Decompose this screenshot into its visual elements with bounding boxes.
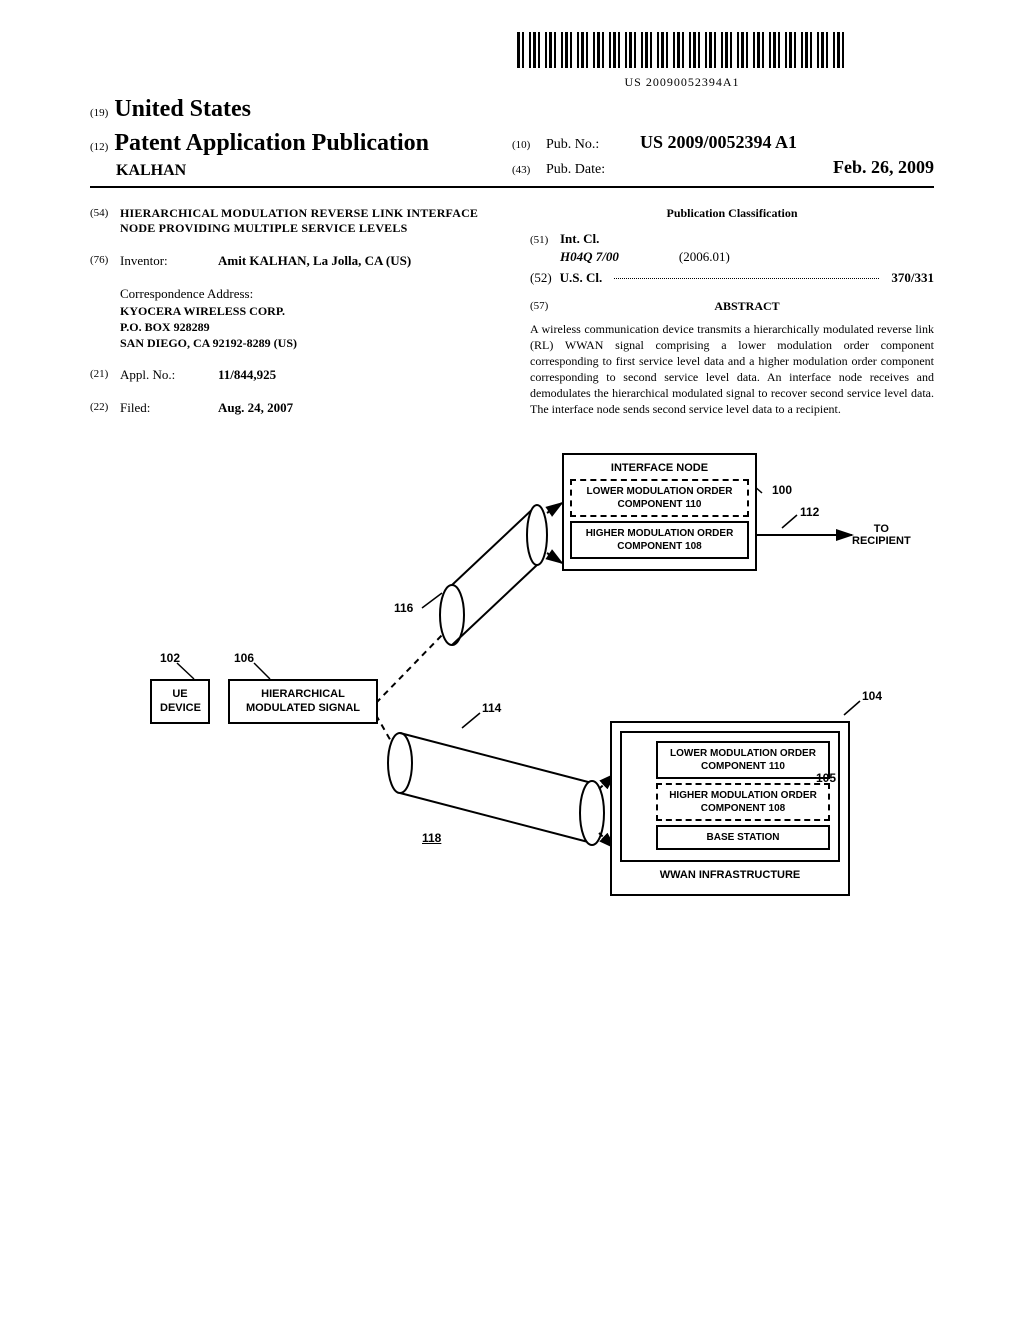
higher-mod-ref-top: 108 — [685, 541, 702, 552]
ref-105: 105 — [816, 771, 836, 787]
pubdate-sup: (43) — [512, 163, 536, 177]
ref-118: 118 — [422, 831, 441, 847]
interface-node-box: INTERFACE NODE LOWER MODULATION ORDER CO… — [562, 453, 757, 571]
to-recipient-text: TO RECIPIENT — [852, 523, 911, 547]
left-column: (54) HIERARCHICAL MODULATION REVERSE LIN… — [90, 206, 494, 433]
right-column: Publication Classification (51) Int. Cl.… — [530, 206, 934, 433]
ref-114: 114 — [482, 701, 501, 717]
hier-signal-bot: MODULATED SIGNAL — [238, 701, 368, 715]
ue-device-label: UE DEVICE — [160, 688, 201, 714]
abstract-body: A wireless communication device transmit… — [530, 321, 934, 418]
correspondence-line-1: KYOCERA WIRELESS CORP. — [120, 303, 494, 319]
pubno-value: US 2009/0052394 A1 — [640, 131, 797, 154]
hier-signal-box: HIERARCHICAL MODULATED SIGNAL — [228, 679, 378, 724]
filed-label: Filed: — [120, 400, 198, 417]
applno-block: (21) Appl. No.: 11/844,925 — [90, 367, 494, 384]
classification-heading: Publication Classification — [530, 206, 934, 222]
pubdate-row: (43) Pub. Date: Feb. 26, 2009 — [512, 156, 934, 179]
inventor-value: Amit KALHAN, La Jolla, CA (US) — [218, 253, 411, 270]
higher-mod-label-top: HIGHER MODULATION ORDER COMPONENT — [586, 528, 734, 552]
filed-sup: (22) — [90, 400, 112, 417]
ref-112: 112 — [800, 505, 819, 521]
pubno-sup: (10) — [512, 138, 536, 152]
pubno-row: (10) Pub. No.: US 2009/0052394 A1 — [512, 131, 934, 154]
invention-title: HIERARCHICAL MODULATION REVERSE LINK INT… — [120, 206, 494, 237]
barcode-block: US 20090052394A1 — [430, 32, 934, 90]
country-line: (19) United States — [90, 94, 512, 125]
intcl-code: H04Q 7/00 — [560, 249, 619, 266]
higher-mod-label-bottom: HIGHER MODULATION ORDER COMPONENT — [669, 790, 817, 814]
higher-mod-box-bottom: HIGHER MODULATION ORDER COMPONENT 108 — [656, 783, 830, 821]
correspondence-line-3: SAN DIEGO, CA 92192-8289 (US) — [120, 335, 494, 351]
ref-104: 104 — [862, 689, 882, 705]
pubdate-value: Feb. 26, 2009 — [833, 156, 934, 179]
meta-columns: (54) HIERARCHICAL MODULATION REVERSE LIN… — [90, 206, 934, 433]
pubdate-label: Pub. Date: — [546, 161, 624, 179]
intcl-date: (2006.01) — [679, 249, 730, 266]
pubtype-sup: (12) — [90, 140, 108, 154]
wwan-infrastructure-box: LOWER MODULATION ORDER COMPONENT 110 HIG… — [610, 721, 850, 896]
lower-mod-ref-bottom: 110 — [769, 761, 785, 772]
correspondence-line-2: P.O. BOX 928289 — [120, 319, 494, 335]
barcode-text: US 20090052394A1 — [430, 75, 934, 91]
dotted-leader-icon — [614, 278, 879, 279]
uscl-label: U.S. Cl. — [560, 270, 603, 287]
lower-mod-ref-top: 110 — [685, 499, 701, 510]
pubtype-text: Patent Application Publication — [114, 128, 429, 159]
correspondence-label: Correspondence Address: — [120, 286, 494, 303]
ue-device-box: UE DEVICE — [150, 679, 210, 724]
lower-mod-label-top: LOWER MODULATION ORDER COMPONENT — [587, 486, 733, 510]
ref-100: 100 — [772, 483, 792, 499]
header-right: (10) Pub. No.: US 2009/0052394 A1 (43) P… — [512, 131, 934, 182]
header-row: (19) United States (12) Patent Applicati… — [90, 94, 934, 187]
wwan-label: WWAN INFRASTRUCTURE — [620, 868, 840, 882]
correspondence-block: Correspondence Address: KYOCERA WIRELESS… — [120, 286, 494, 351]
interface-node-title: INTERFACE NODE — [570, 461, 749, 475]
inventor-block: (76) Inventor: Amit KALHAN, La Jolla, CA… — [90, 253, 494, 270]
inventor-label: Inventor: — [120, 253, 198, 270]
ref-116: 116 — [394, 601, 413, 617]
title-block: (54) HIERARCHICAL MODULATION REVERSE LIN… — [90, 206, 494, 237]
uscl-code: 370/331 — [891, 270, 934, 287]
higher-mod-ref-bottom: 108 — [769, 803, 786, 814]
barcode-icon — [517, 32, 847, 68]
filed-block: (22) Filed: Aug. 24, 2007 — [90, 400, 494, 417]
base-station-box: BASE STATION — [656, 825, 830, 850]
figure-diagram: INTERFACE NODE LOWER MODULATION ORDER CO… — [132, 453, 892, 1013]
uscl-line: (52) U.S. Cl. 370/331 — [530, 270, 934, 287]
applicant-name: KALHAN — [116, 161, 512, 182]
lower-mod-label-bottom: LOWER MODULATION ORDER COMPONENT — [670, 748, 816, 772]
abstract-head-row: (57) ABSTRACT — [530, 299, 934, 315]
inventor-sup: (76) — [90, 253, 112, 270]
intcl-sup: (51) — [530, 233, 552, 247]
country-sup: (19) — [90, 106, 108, 120]
applno-value: 11/844,925 — [218, 367, 276, 384]
base-station-label: BASE STATION — [707, 832, 780, 843]
to-recipient-label: TO RECIPIENT — [852, 523, 911, 547]
higher-mod-box-top: HIGHER MODULATION ORDER COMPONENT 108 — [570, 521, 749, 559]
lower-mod-box-top: LOWER MODULATION ORDER COMPONENT 110 — [570, 479, 749, 517]
applno-label: Appl. No.: — [120, 367, 198, 384]
filed-value: Aug. 24, 2007 — [218, 400, 293, 417]
abstract-heading: ABSTRACT — [560, 299, 934, 315]
uscl-sup: (52) — [530, 270, 552, 287]
lower-mod-box-bottom: LOWER MODULATION ORDER COMPONENT 110 — [656, 741, 830, 779]
inventor-value-text: Amit KALHAN, La Jolla, CA (US) — [218, 253, 411, 268]
abstract-sup: (57) — [530, 299, 552, 315]
hier-signal-top: HIERARCHICAL — [238, 687, 368, 701]
ref-102: 102 — [160, 651, 180, 667]
title-sup: (54) — [90, 206, 112, 237]
intcl-line: (51) Int. Cl. — [530, 231, 934, 248]
country-name: United States — [114, 94, 251, 125]
pubno-label: Pub. No.: — [546, 136, 624, 154]
pubtype-line: (12) Patent Application Publication — [90, 128, 512, 159]
intcl-code-line: H04Q 7/00 (2006.01) — [560, 249, 934, 266]
applno-sup: (21) — [90, 367, 112, 384]
header-left: (19) United States (12) Patent Applicati… — [90, 94, 512, 181]
ref-106: 106 — [234, 651, 254, 667]
intcl-label: Int. Cl. — [560, 231, 599, 248]
